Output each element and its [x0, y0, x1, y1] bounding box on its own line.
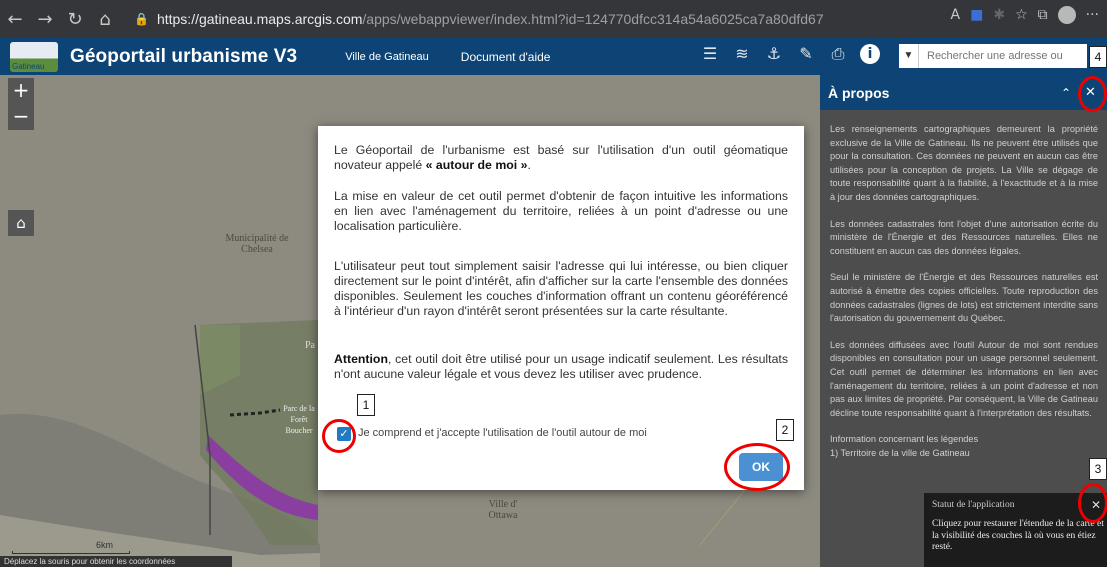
callout-number-1: 1 — [357, 394, 375, 416]
about-panel-content: Les renseignements cartographiques demeu… — [830, 123, 1098, 460]
collapse-icon[interactable]: ⌃ — [1061, 86, 1079, 100]
label-ottawa: Ville d' Ottawa — [488, 499, 518, 521]
default-extent-home-button[interactable]: ⌂ — [8, 210, 34, 236]
coordinates-hint: Déplacez la souris pour obtenir les coor… — [0, 556, 232, 567]
about-paragraph: Les données cadastrales font l'objet d'u… — [830, 218, 1098, 256]
favorites-icon[interactable]: ☆ — [1015, 7, 1028, 23]
info-icon[interactable]: i — [860, 44, 880, 64]
measure-icon[interactable]: ✎ — [796, 44, 816, 66]
app-title: Géoportail urbanisme V3 — [70, 45, 298, 67]
splash-paragraph-3: L'utilisateur peut tout simplement saisi… — [334, 259, 788, 318]
callout-ring-1 — [322, 419, 356, 453]
address-bar[interactable]: 🔒 https:// gatineau.maps.arcgis.com /app… — [134, 6, 834, 32]
scale-bar — [12, 551, 130, 554]
back-icon[interactable]: ← — [0, 9, 30, 30]
zoom-out-button[interactable]: − — [8, 104, 34, 130]
read-aloud-icon[interactable]: A — [951, 7, 961, 23]
lock-icon: 🔒 — [134, 12, 149, 26]
about-panel-header: À propos ⌃ ✕ — [820, 75, 1107, 110]
url-path: /apps/webappviewer/index.html?id=124770d… — [362, 11, 824, 27]
label-chelsea: Municipalité de Chelsea — [225, 233, 289, 255]
share-icon[interactable]: ⚓ — [764, 44, 784, 66]
callout-number-3: 3 — [1089, 458, 1107, 480]
forward-icon[interactable]: → — [30, 9, 60, 30]
accept-checkbox-label[interactable]: Je comprend et j'accepte l'utilisation d… — [358, 427, 647, 439]
zoom-in-button[interactable]: + — [8, 78, 34, 104]
status-title: Statut de l'application — [932, 500, 1015, 510]
callout-number-4: 4 — [1089, 46, 1107, 68]
extension-icon[interactable]: ■ — [970, 7, 983, 23]
layers-icon[interactable]: ≋ — [732, 44, 752, 66]
search-dropdown-icon[interactable]: ▼ — [899, 44, 919, 68]
about-paragraph: Seul le ministère de l'Énergie et des Re… — [830, 272, 1098, 324]
link-ville-de-gatineau[interactable]: Ville de Gatineau — [345, 51, 429, 63]
url-host: gatineau.maps.arcgis.com — [198, 11, 363, 27]
about-paragraph: Les données diffusées avec l'outil Autou… — [830, 339, 1098, 418]
home-icon[interactable]: ⌂ — [90, 9, 120, 30]
callout-number-2: 2 — [776, 419, 794, 441]
legend-icon[interactable]: ☰ — [700, 44, 720, 66]
reload-icon[interactable]: ↻ — [60, 9, 90, 30]
search-input[interactable] — [919, 44, 1087, 68]
splash-dialog: Le Géoportail de l'urbanisme est basé su… — [318, 126, 804, 490]
url-scheme: https:// — [156, 11, 199, 27]
link-document-aide[interactable]: Document d'aide — [461, 50, 551, 64]
extension-icon-2[interactable]: ✱ — [993, 7, 1005, 23]
gatineau-logo: Gatineau — [10, 41, 58, 72]
collections-icon[interactable]: ⧉ — [1038, 7, 1048, 23]
scale-label: 6km — [96, 540, 114, 550]
about-paragraph: Les renseignements cartographiques demeu… — [830, 124, 1098, 202]
print-icon[interactable]: ⎙ — [828, 44, 848, 66]
splash-paragraph-4: Attention, cet outil doit être utilisé p… — [334, 352, 788, 381]
widget-toolbar: ☰ ≋ ⚓ ✎ ⎙ i — [700, 44, 880, 66]
more-icon[interactable]: ··· — [1086, 7, 1099, 23]
about-panel-title: À propos — [828, 84, 890, 101]
search-box: ▼ — [899, 44, 1087, 68]
callout-ring-3 — [1078, 483, 1107, 523]
status-text[interactable]: Cliquez pour restaurer l'étendue de la c… — [932, 519, 1104, 554]
label-parc-foret-boucher: Parc de la Forêt Boucher — [283, 404, 315, 435]
about-paragraph: Information concernant les légendes — [830, 434, 979, 445]
profile-avatar[interactable] — [1057, 6, 1076, 24]
about-paragraph: 1) Territoire de la ville de Gatineau — [830, 447, 970, 458]
splash-paragraph-1: Le Géoportail de l'urbanisme est basé su… — [334, 143, 788, 172]
callout-ring-4 — [1078, 76, 1107, 112]
browser-toolbar: ← → ↻ ⌂ 🔒 https:// gatineau.maps.arcgis.… — [0, 0, 1107, 38]
label-parc: Pa — [305, 340, 315, 351]
splash-paragraph-2: La mise en valeur de cet outil permet d'… — [334, 189, 788, 233]
callout-ring-2 — [724, 443, 790, 491]
